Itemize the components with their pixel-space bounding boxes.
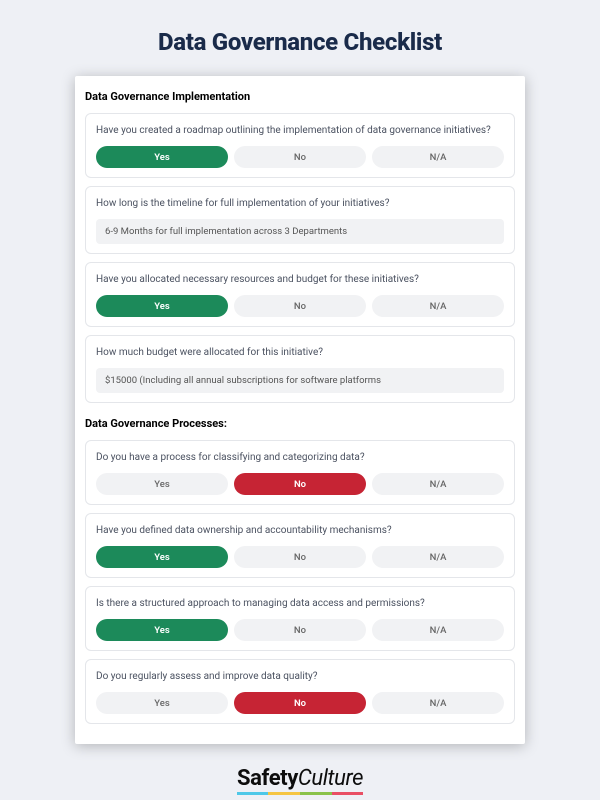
question-card: Is there a structured approach to managi…: [85, 586, 515, 651]
brand-underline: [237, 792, 363, 795]
brand-bold: Safety: [237, 766, 298, 791]
option-row: Yes No N/A: [96, 295, 504, 317]
option-button[interactable]: Yes: [96, 546, 228, 568]
option-button[interactable]: N/A: [372, 146, 504, 168]
option-button[interactable]: N/A: [372, 692, 504, 714]
question-text: Have you allocated necessary resources a…: [96, 273, 504, 287]
option-button[interactable]: N/A: [372, 295, 504, 317]
option-button[interactable]: Yes: [96, 146, 228, 168]
question-card: Have you defined data ownership and acco…: [85, 513, 515, 578]
option-row: Yes No N/A: [96, 146, 504, 168]
question-text: Is there a structured approach to managi…: [96, 597, 504, 611]
option-button[interactable]: No: [234, 295, 366, 317]
option-button[interactable]: N/A: [372, 473, 504, 495]
option-row: Yes No N/A: [96, 619, 504, 641]
option-button[interactable]: No: [234, 546, 366, 568]
question-text: Do you have a process for classifying an…: [96, 451, 504, 465]
option-button[interactable]: No: [234, 473, 366, 495]
page-title: Data Governance Checklist: [158, 28, 442, 56]
text-answer[interactable]: 6-9 Months for full implementation acros…: [96, 219, 504, 244]
brand-light: Culture: [298, 766, 363, 791]
question-text: Have you created a roadmap outlining the…: [96, 124, 504, 138]
question-text: How long is the timeline for full implem…: [96, 197, 504, 211]
option-button[interactable]: No: [234, 692, 366, 714]
option-button[interactable]: Yes: [96, 295, 228, 317]
question-card: Have you created a roadmap outlining the…: [85, 113, 515, 178]
question-text: Have you defined data ownership and acco…: [96, 524, 504, 538]
option-row: Yes No N/A: [96, 546, 504, 568]
section-heading: Data Governance Processes:: [85, 417, 515, 430]
question-card: How much budget were allocated for this …: [85, 335, 515, 403]
option-button[interactable]: No: [234, 619, 366, 641]
option-button[interactable]: N/A: [372, 619, 504, 641]
option-row: Yes No N/A: [96, 473, 504, 495]
option-button[interactable]: N/A: [372, 546, 504, 568]
option-button[interactable]: No: [234, 146, 366, 168]
question-text: How much budget were allocated for this …: [96, 346, 504, 360]
question-card: Do you have a process for classifying an…: [85, 440, 515, 505]
option-button[interactable]: Yes: [96, 692, 228, 714]
text-answer[interactable]: $15000 (Including all annual subscriptio…: [96, 368, 504, 393]
question-card: How long is the timeline for full implem…: [85, 186, 515, 254]
option-row: Yes No N/A: [96, 692, 504, 714]
option-button[interactable]: Yes: [96, 473, 228, 495]
option-button[interactable]: Yes: [96, 619, 228, 641]
section-heading: Data Governance Implementation: [85, 90, 515, 103]
question-card: Do you regularly assess and improve data…: [85, 659, 515, 724]
question-card: Have you allocated necessary resources a…: [85, 262, 515, 327]
question-text: Do you regularly assess and improve data…: [96, 670, 504, 684]
brand-logo: SafetyCulture: [237, 766, 363, 791]
checklist-form: Data Governance Implementation Have you c…: [75, 76, 525, 744]
